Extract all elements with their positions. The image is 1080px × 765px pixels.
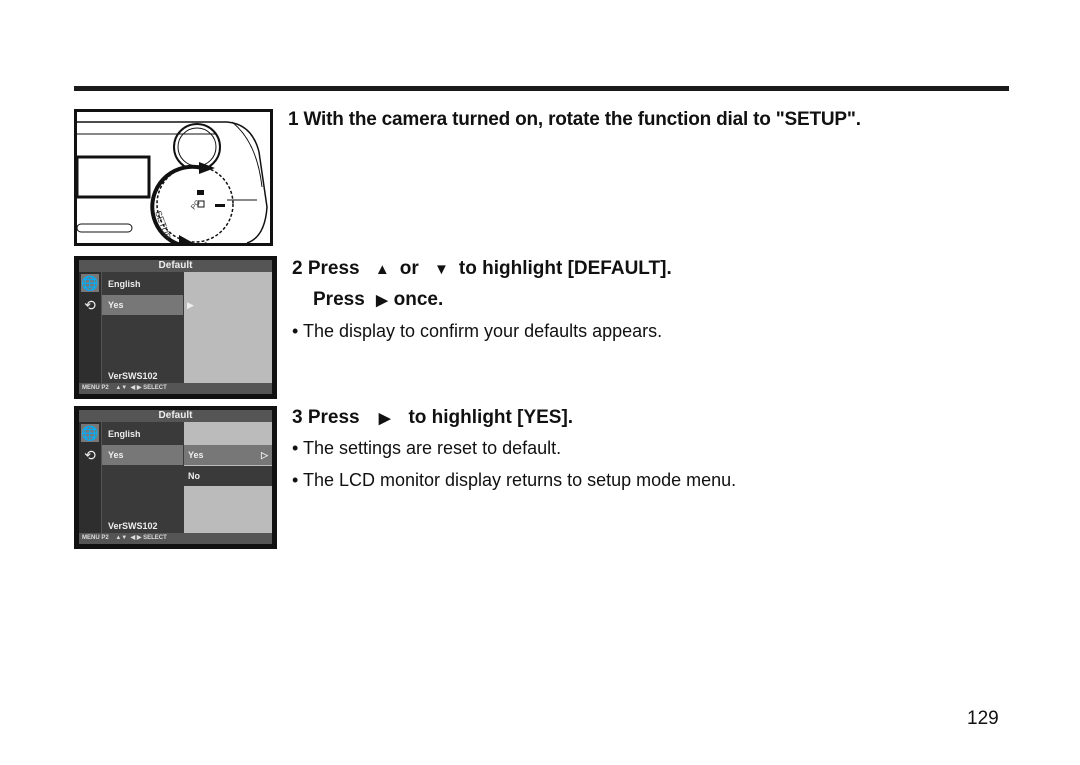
step-3-bullet-2: • The LCD monitor display returns to set…: [292, 470, 737, 490]
reset-camera-icon: ⟲: [84, 447, 96, 463]
camera-dial-illustration: SETUP PC: [74, 109, 273, 246]
lcd-row-default: Yes: [102, 295, 183, 315]
step-3-prefix: 3 Press: [292, 407, 360, 428]
top-rule: [74, 86, 1009, 91]
lcd-screen-default-menu: Default 🌐 ⟲ English Yes VerSWS102 ▶ MENU…: [74, 256, 277, 399]
lcd-option-yes: Yes ▷: [184, 445, 272, 465]
lcd-version: VerSWS102: [108, 371, 158, 381]
step-2-line2-prefix: Press: [313, 289, 365, 310]
lcd-option-blank: [184, 424, 272, 444]
lcd-footer: MENU P2 ▲▼ ◀ ▶ SELECT: [79, 383, 272, 394]
page-number: 129: [967, 708, 999, 729]
lcd-submenu-panel: Yes ▷ No: [184, 422, 272, 533]
lcd-submenu-panel: ▶: [184, 272, 272, 383]
lcd-version: VerSWS102: [108, 521, 158, 531]
lcd-icon-column: 🌐 ⟲: [79, 272, 102, 383]
step-1-instruction: 1 With the camera turned on, rotate the …: [288, 109, 861, 130]
lcd-menu-column: English Yes VerSWS102: [102, 272, 183, 383]
lcd-option-yes-label: Yes: [188, 450, 204, 460]
step-3-bullet-1: • The settings are reset to default.: [292, 438, 562, 458]
step-2-instruction-line1: 2 Press ▲ or ▼ to highlight [DEFAULT].: [292, 258, 672, 280]
lcd-row-language: English: [108, 279, 141, 289]
step-2-line2-suffix: once.: [393, 289, 444, 310]
step-2-suffix: to highlight [DEFAULT].: [458, 258, 672, 279]
step-3-suffix: to highlight [YES].: [408, 407, 574, 428]
step-3-instruction: 3 Press ▶ to highlight [YES].: [292, 407, 573, 429]
lcd-icon-column: 🌐 ⟲: [79, 422, 102, 533]
lcd-menu-column: English Yes VerSWS102: [102, 422, 183, 533]
lcd-screen-default-confirm: Default 🌐 ⟲ English Yes VerSWS102 Yes ▷ …: [74, 406, 277, 549]
hollow-right-arrow-icon: ▷: [261, 450, 268, 460]
step-2-or: or: [399, 258, 419, 279]
right-arrow-icon: ▶: [378, 410, 391, 427]
lcd-footer: MENU P2 ▲▼ ◀ ▶ SELECT: [79, 533, 272, 544]
up-arrow-icon: ▲: [374, 261, 390, 278]
step-2-prefix: 2 Press: [292, 258, 360, 279]
camera-icon: [197, 190, 204, 195]
lcd-title: Default: [79, 410, 272, 422]
right-arrow-icon: ▶: [187, 300, 194, 310]
globe-icon: 🌐: [81, 424, 99, 442]
globe-icon: 🌐: [81, 274, 99, 292]
camera-dial-drawing: SETUP PC: [77, 121, 268, 243]
lcd-title: Default: [79, 260, 272, 272]
lcd-row-default: Yes: [102, 445, 183, 465]
lcd-option-no: No: [184, 466, 272, 486]
lcd-row-language: English: [108, 429, 141, 439]
down-arrow-icon: ▼: [434, 261, 449, 278]
step-2-bullet: • The display to confirm your defaults a…: [292, 321, 663, 341]
step-2-instruction-line2: Press ▶ once.: [313, 289, 443, 311]
right-arrow-icon: ▶: [376, 292, 388, 309]
reset-camera-icon: ⟲: [84, 297, 96, 313]
